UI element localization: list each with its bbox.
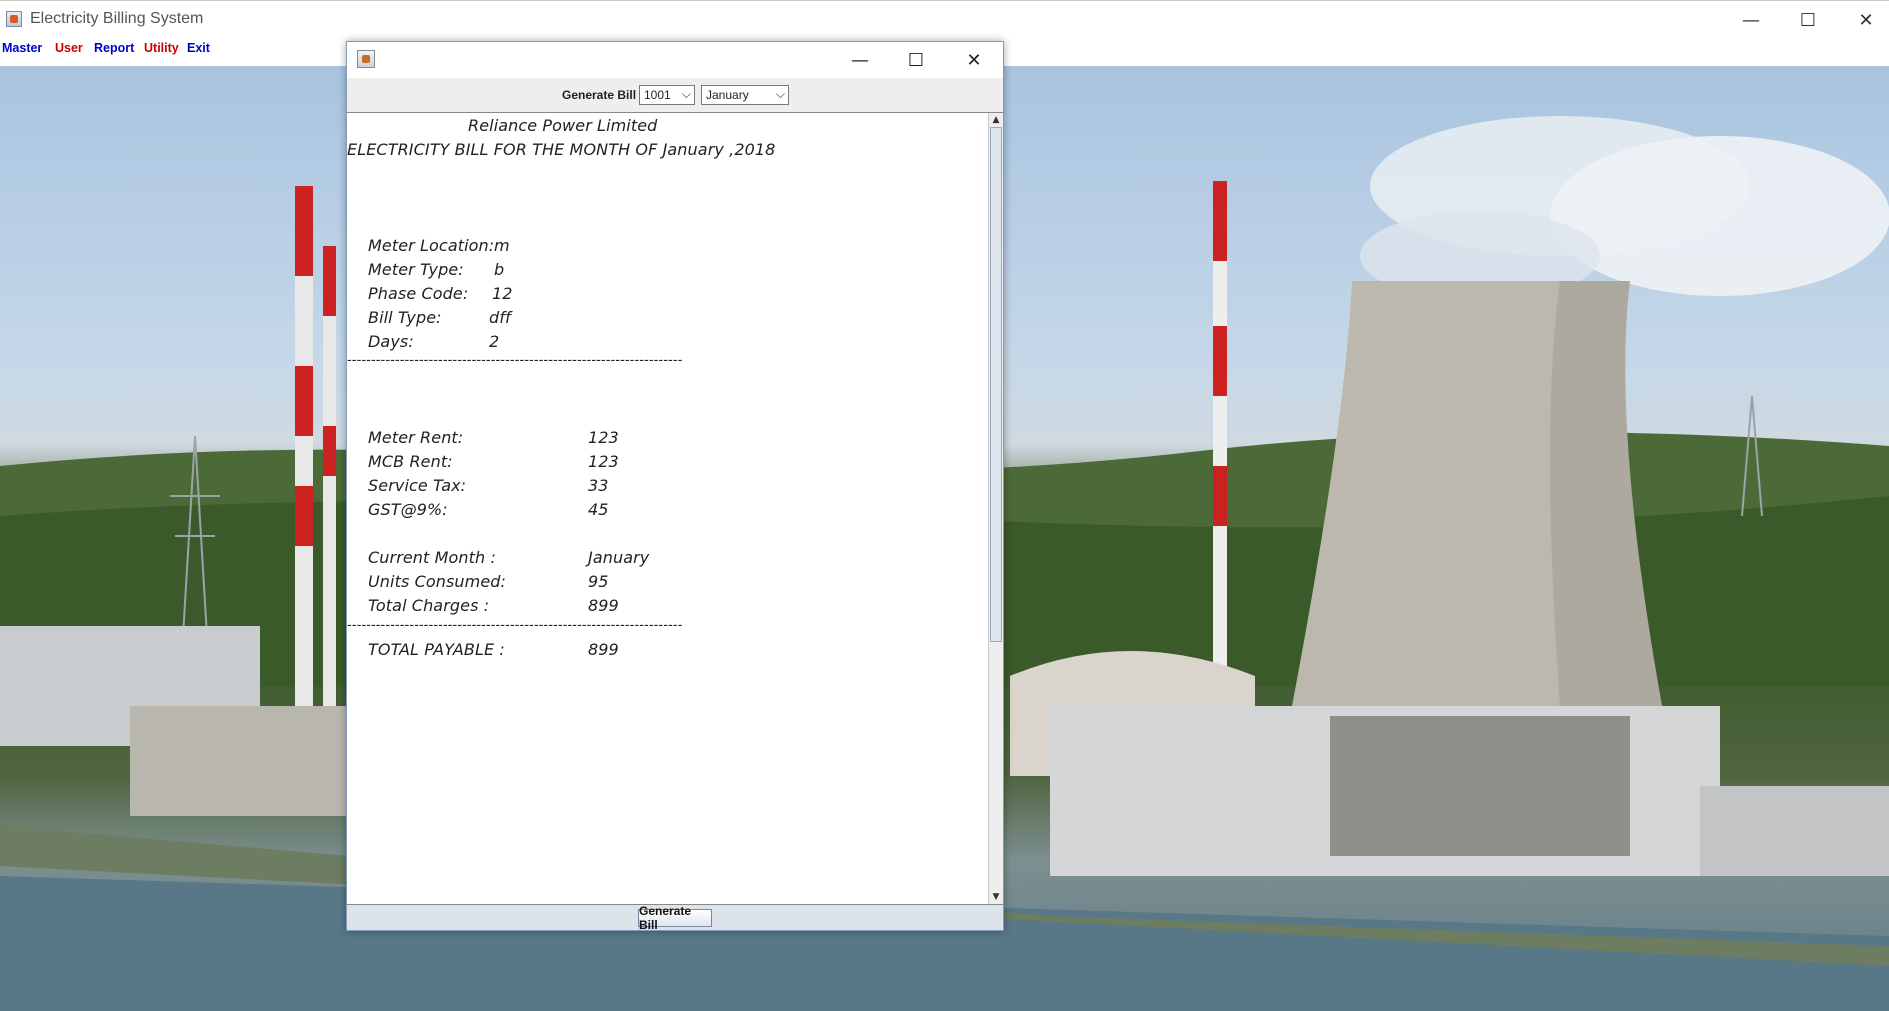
generate-bill-dialog: — ☐ ✕ Generate Bill 1001 ⌵ January ⌵ Rel…	[346, 41, 1004, 932]
scroll-up-icon[interactable]: ▲	[989, 113, 1003, 127]
service-tax-label: Service Tax:	[368, 476, 467, 495]
days-label: Days:	[368, 332, 414, 351]
java-app-icon	[6, 11, 22, 27]
meter-rent-label: Meter Rent:	[368, 428, 464, 447]
meter-location-value: m	[494, 236, 510, 255]
phase-code-value: 12	[492, 284, 513, 303]
dialog-bottom-bar: Generate Bill	[347, 904, 1003, 932]
month-value: January	[706, 88, 749, 102]
menu-user[interactable]: User	[55, 41, 83, 55]
total-payable-label: TOTAL PAYABLE :	[368, 640, 505, 659]
current-month-label: Current Month :	[368, 548, 496, 567]
chevron-down-icon: ⌵	[681, 87, 691, 101]
bill-content: Reliance Power Limited ELECTRICITY BILL …	[347, 113, 987, 904]
menu-exit[interactable]: Exit	[187, 41, 210, 55]
bill-type-label: Bill Type:	[368, 308, 442, 327]
window-title: Electricity Billing System	[30, 10, 204, 27]
meter-location-label: Meter Location:	[368, 236, 495, 255]
menu-master[interactable]: Master	[2, 41, 42, 55]
bill-toolbar: Generate Bill 1001 ⌵ January ⌵	[347, 78, 1003, 112]
meter-type-value: b	[494, 260, 505, 279]
dialog-minimize-button[interactable]: —	[835, 45, 885, 75]
units-consumed-label: Units Consumed:	[368, 572, 507, 591]
service-tax-value: 33	[588, 476, 609, 495]
generate-bill-button[interactable]: Generate Bill	[638, 904, 712, 932]
separator-line: ----------------------------------------…	[347, 353, 683, 368]
current-month-value: January	[588, 548, 650, 567]
total-charges-label: Total Charges :	[368, 596, 490, 615]
menu-report[interactable]: Report	[94, 41, 134, 55]
meter-number-select[interactable]: 1001 ⌵	[639, 85, 695, 105]
dialog-titlebar[interactable]: — ☐ ✕	[347, 42, 1003, 78]
gst-label: GST@9%:	[368, 500, 448, 519]
total-payable-value: 899	[588, 640, 619, 659]
bill-heading: ELECTRICITY BILL FOR THE MONTH OF Januar…	[347, 140, 776, 159]
days-value: 2	[489, 332, 500, 351]
minimize-button[interactable]: —	[1728, 5, 1774, 35]
main-titlebar: Electricity Billing System — ☐ ✕	[0, 0, 1889, 39]
java-app-icon	[357, 50, 375, 68]
vertical-scrollbar[interactable]: ▲ ▼	[988, 113, 1003, 904]
meter-number-value: 1001	[644, 88, 671, 102]
mcb-rent-value: 123	[588, 452, 619, 471]
bill-type-value: dff	[489, 308, 511, 327]
chevron-down-icon: ⌵	[775, 87, 785, 101]
mcb-rent-label: MCB Rent:	[368, 452, 453, 471]
maximize-button[interactable]: ☐	[1785, 5, 1831, 35]
meter-rent-value: 123	[588, 428, 619, 447]
dialog-close-button[interactable]: ✕	[949, 45, 999, 75]
month-select[interactable]: January ⌵	[701, 85, 789, 105]
meter-type-label: Meter Type:	[368, 260, 464, 279]
company-name: Reliance Power Limited	[468, 116, 658, 135]
dialog-maximize-button[interactable]: ☐	[891, 45, 941, 75]
close-button[interactable]: ✕	[1843, 5, 1889, 35]
generate-bill-label: Generate Bill	[562, 88, 637, 102]
separator-line: ----------------------------------------…	[347, 618, 683, 633]
scroll-down-icon[interactable]: ▼	[989, 890, 1003, 904]
gst-value: 45	[588, 500, 609, 519]
units-consumed-value: 95	[588, 572, 609, 591]
menu-utility[interactable]: Utility	[144, 41, 179, 55]
scrollbar-thumb[interactable]	[990, 127, 1002, 642]
total-charges-value: 899	[588, 596, 619, 615]
phase-code-label: Phase Code:	[368, 284, 469, 303]
bill-text-area[interactable]: Reliance Power Limited ELECTRICITY BILL …	[347, 112, 1003, 905]
